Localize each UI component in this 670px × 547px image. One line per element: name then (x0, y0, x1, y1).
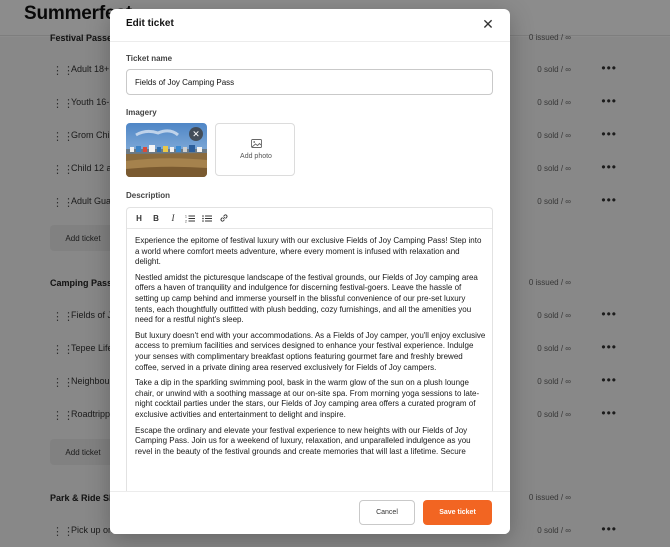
description-paragraph: Experience the epitome of festival luxur… (135, 236, 482, 267)
ticket-image: ✕ (126, 123, 207, 177)
dialog-title: Edit ticket (126, 18, 174, 29)
link-icon[interactable] (217, 212, 231, 225)
description-editor[interactable]: H B I 12 Experience the epitome of festi… (126, 207, 493, 497)
add-photo-label: Add photo (240, 153, 272, 160)
close-icon[interactable]: ✕ (480, 16, 496, 32)
bold-icon[interactable]: B (149, 212, 163, 225)
imagery-label: Imagery (126, 108, 157, 117)
ticket-name-input[interactable] (126, 69, 493, 95)
remove-image-icon[interactable]: ✕ (189, 127, 203, 141)
image-icon (251, 139, 262, 148)
heading-icon[interactable]: H (132, 212, 146, 225)
svg-text:1: 1 (185, 214, 187, 218)
editor-toolbar: H B I 12 (127, 208, 492, 229)
ticket-name-label: Ticket name (126, 54, 173, 63)
add-photo-button[interactable]: Add photo (215, 123, 295, 176)
description-paragraph: But luxury doesn't end with your accommo… (135, 330, 486, 372)
dialog-footer: Cancel Save ticket (110, 491, 510, 534)
svg-text:2: 2 (185, 219, 187, 223)
cancel-button[interactable]: Cancel (359, 500, 415, 525)
bullet-list-icon[interactable] (200, 212, 214, 225)
italic-icon[interactable]: I (166, 212, 180, 225)
divider (110, 41, 510, 42)
description-paragraph: Escape the ordinary and elevate your fes… (135, 425, 471, 456)
ordered-list-icon[interactable]: 12 (183, 212, 197, 225)
save-ticket-button[interactable]: Save ticket (423, 500, 492, 525)
description-paragraph: Nestled amidst the picturesque landscape… (135, 272, 478, 325)
description-text[interactable]: Experience the epitome of festival luxur… (135, 236, 487, 462)
edit-ticket-dialog: Edit ticket ✕ Ticket name Imagery (110, 9, 510, 534)
description-paragraph: Take a dip in the sparkling swimming poo… (135, 378, 480, 419)
description-label: Description (126, 191, 171, 200)
dialog-header: Edit ticket ✕ (110, 9, 510, 41)
